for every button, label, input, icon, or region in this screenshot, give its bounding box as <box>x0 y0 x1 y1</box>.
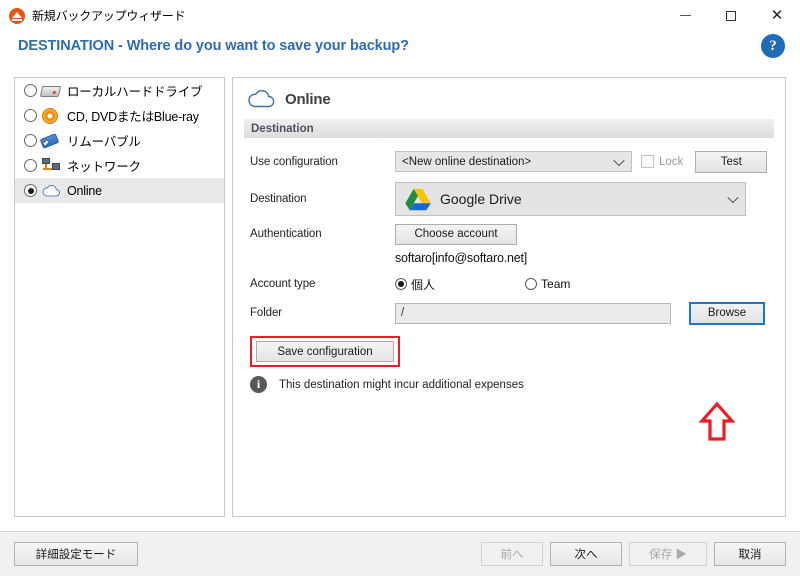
chevron-down-icon <box>727 191 739 204</box>
info-icon: i <box>250 376 267 393</box>
panel-header: Online <box>233 78 785 110</box>
lock-label: Lock <box>659 155 684 168</box>
radio-optical-disc[interactable] <box>24 109 37 122</box>
radio-local-hard-drive[interactable] <box>24 84 37 97</box>
radio-removable[interactable] <box>24 134 37 147</box>
folder-input[interactable]: / <box>395 302 671 324</box>
sidebar-item-online[interactable]: Online <box>15 178 224 203</box>
sidebar-item-label: ローカルハードドライブ <box>67 85 203 99</box>
sidebar-item-label: Online <box>67 183 102 198</box>
hard-drive-icon <box>39 82 62 100</box>
choose-account-button[interactable]: Choose account <box>395 223 517 245</box>
row-use-configuration: Use configuration <New online destinatio… <box>233 146 785 177</box>
previous-button[interactable]: 前へ <box>481 542 543 566</box>
cloud-icon <box>248 90 275 108</box>
page-header: DESTINATION - Where do you want to save … <box>0 32 800 66</box>
section-header-destination: Destination <box>244 119 774 138</box>
expense-note: i This destination might incur additiona… <box>233 376 785 393</box>
radio-team[interactable] <box>525 278 538 290</box>
window-controls: ✕ <box>662 0 800 31</box>
panel-title: Online <box>285 90 331 108</box>
sidebar-item-label: CD, DVDまたはBlue-ray <box>67 110 199 124</box>
network-icon <box>41 157 61 175</box>
maximize-icon <box>726 10 736 21</box>
account-name: softaro[info@softaro.net] <box>395 251 528 265</box>
annotation-arrow-up <box>698 401 736 441</box>
save-button[interactable]: 保存 ▶ <box>629 542 707 566</box>
account-type-personal[interactable]: 個人 <box>395 276 435 293</box>
radio-personal-label: 個人 <box>411 277 436 292</box>
optical-disc-icon <box>41 107 61 125</box>
lock-checkbox-group[interactable]: Lock <box>641 155 683 168</box>
minimize-button[interactable] <box>662 0 708 31</box>
sidebar-item-network[interactable]: ネットワーク <box>15 153 224 178</box>
use-configuration-value: <New online destination> <box>402 155 532 168</box>
next-button[interactable]: 次へ <box>550 542 622 566</box>
title-bar: 新規バックアップウィザード ✕ <box>0 0 800 32</box>
section-header-label: Destination <box>251 122 314 135</box>
radio-team-label: Team <box>541 277 571 291</box>
destination-select[interactable]: Google Drive <box>395 182 746 216</box>
app-eject-icon <box>9 7 25 24</box>
destination-settings-panel: Online Destination Use configuration <Ne… <box>232 77 786 517</box>
chevron-down-icon <box>613 154 625 166</box>
main-content: ローカルハードドライブ CD, DVDまたはBlue-ray リムーバブル ネッ… <box>0 65 800 530</box>
lock-checkbox[interactable] <box>641 155 654 168</box>
use-configuration-select[interactable]: <New online destination> <box>395 151 632 172</box>
row-authentication: Authentication Choose account <box>233 221 785 247</box>
close-button[interactable]: ✕ <box>754 0 800 31</box>
destination-type-list[interactable]: ローカルハードドライブ CD, DVDまたはBlue-ray リムーバブル ネッ… <box>14 77 225 517</box>
maximize-button[interactable] <box>708 0 754 31</box>
destination-form: Use configuration <New online destinatio… <box>233 138 785 393</box>
save-configuration-row: Save configuration <box>233 336 785 367</box>
account-type-label: Account type <box>250 278 316 290</box>
close-icon: ✕ <box>770 6 784 24</box>
folder-label: Folder <box>250 307 282 319</box>
use-configuration-label: Use configuration <box>250 155 338 168</box>
browse-button[interactable]: Browse <box>689 301 765 325</box>
minimize-icon <box>679 15 691 16</box>
radio-personal[interactable] <box>395 278 407 290</box>
usb-drive-icon <box>39 132 61 150</box>
page-title: DESTINATION - Where do you want to save … <box>18 38 409 54</box>
window-title: 新規バックアップウィザード <box>32 9 186 23</box>
radio-network[interactable] <box>24 159 37 172</box>
sidebar-item-optical-disc[interactable]: CD, DVDまたはBlue-ray <box>15 103 224 128</box>
destination-label: Destination <box>250 193 307 205</box>
sidebar-item-removable[interactable]: リムーバブル <box>15 128 224 153</box>
advanced-mode-button[interactable]: 詳細設定モード <box>14 542 138 566</box>
google-drive-logo <box>405 188 431 210</box>
authentication-label: Authentication <box>250 228 322 240</box>
bottom-button-bar: 詳細設定モード 前へ 次へ 保存 ▶ 取消 <box>0 531 800 576</box>
account-type-team[interactable]: Team <box>525 277 570 291</box>
row-folder: Folder / Browse <box>233 299 785 327</box>
help-icon[interactable]: ? <box>761 34 785 58</box>
sidebar-item-local-hard-drive[interactable]: ローカルハードドライブ <box>15 78 224 103</box>
row-destination: Destination Google Drive <box>233 177 785 221</box>
sidebar-item-label: リムーバブル <box>67 135 141 149</box>
destination-value: Google Drive <box>440 191 522 207</box>
save-configuration-button[interactable]: Save configuration <box>256 341 394 362</box>
cloud-icon <box>41 182 61 200</box>
row-account-type: Account type 個人 Team <box>233 269 785 299</box>
expense-note-text: This destination might incur additional … <box>279 378 524 391</box>
sidebar-item-label: ネットワーク <box>67 160 141 174</box>
radio-online[interactable] <box>24 184 37 197</box>
annotation-box-save-configuration: Save configuration <box>250 336 400 367</box>
cancel-button[interactable]: 取消 <box>714 542 786 566</box>
test-button[interactable]: Test <box>695 150 768 173</box>
